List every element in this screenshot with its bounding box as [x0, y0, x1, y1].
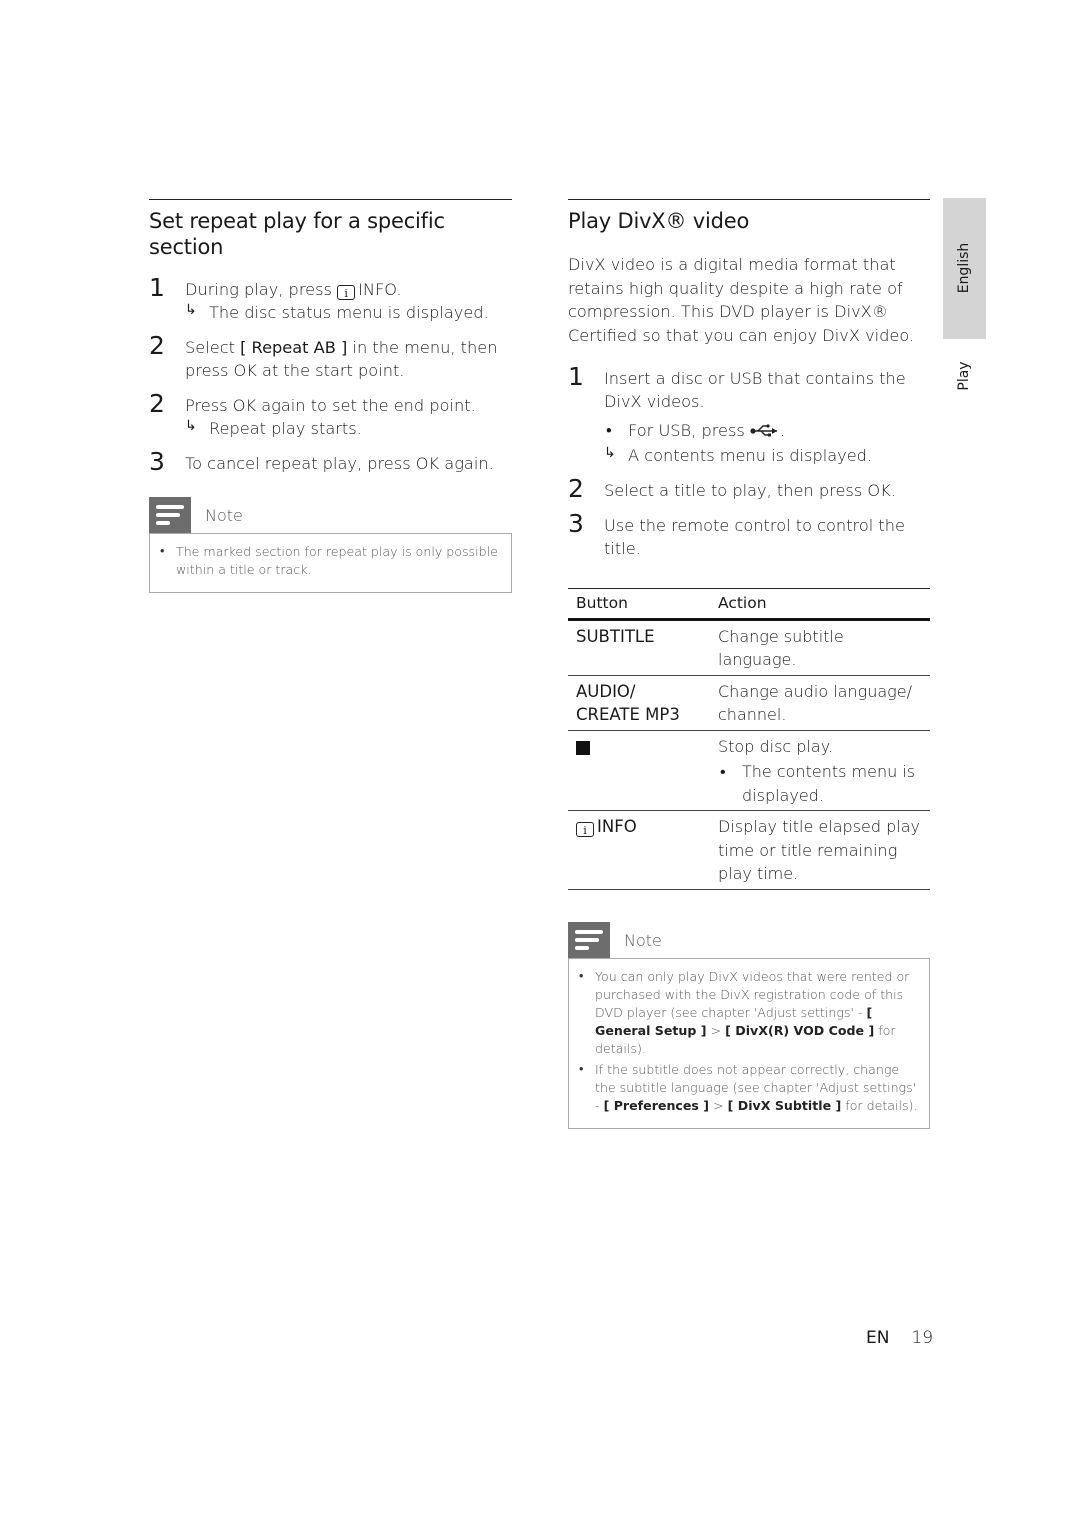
note-text: You can only play DivX videos that were …	[595, 968, 910, 1020]
note-item: • If the subtitle does not appear correc…	[579, 1061, 919, 1115]
step-item: 2 Select [ Repeat AB ] in the menu, then…	[149, 332, 512, 382]
step-number: 3	[149, 447, 165, 476]
bullet-icon: •	[579, 1060, 584, 1076]
step-item: 3 To cancel repeat play, press OK again.	[149, 448, 512, 476]
step-item: 2 Press OK again to set the end point. ↳…	[149, 390, 512, 440]
note-header: Note	[568, 921, 930, 958]
section-divider	[149, 199, 512, 200]
note-content: • The marked section for repeat play is …	[149, 533, 512, 593]
page-footer: EN 19	[866, 1328, 933, 1348]
table-header-row: Button Action	[568, 588, 930, 621]
step-item: 1 Insert a disc or USB that contains the…	[568, 363, 930, 467]
note-icon	[568, 921, 610, 958]
step-text: Select	[185, 338, 241, 357]
step-text: Select a title to play, then press OK.	[604, 481, 896, 500]
section-title: Set repeat play for a specific section	[149, 209, 445, 259]
step-number: 1	[568, 362, 584, 391]
note-content: • You can only play DivX videos that wer…	[568, 957, 930, 1129]
note-item: • The marked section for repeat play is …	[160, 543, 501, 579]
table-row: Stop disc play. • The contents menu is d…	[568, 730, 930, 811]
section-divider	[568, 199, 930, 200]
step-item: 2 Select a title to play, then press OK.	[568, 475, 930, 503]
table-row: AUDIO/ CREATE MP3 Change audio language/…	[568, 675, 930, 731]
step-item: 3 Use the remote control to control the …	[568, 510, 930, 560]
step-list: 1 Insert a disc or USB that contains the…	[568, 363, 930, 560]
result-text: Repeat play starts.	[209, 419, 362, 438]
note-icon	[149, 497, 191, 533]
step-result: ↳ The disc status menu is displayed.	[185, 301, 512, 324]
bullet-text: The contents menu is displayed.	[742, 762, 916, 805]
note-text: >	[706, 1022, 726, 1038]
column-header-action: Action	[710, 588, 930, 621]
table-row: i INFO Display title elapsed play time or…	[568, 810, 930, 890]
menu-path: [ DivX Subtitle ]	[727, 1097, 842, 1113]
note-header: Note	[149, 497, 512, 533]
stop-icon	[576, 740, 590, 755]
step-number: 2	[149, 331, 165, 360]
button-cell: i INFO	[568, 810, 710, 890]
action-cell: Change audio language/ channel.	[710, 675, 930, 731]
button-cell: SUBTITLE	[568, 619, 710, 676]
action-cell: Display title elapsed play time or title…	[710, 810, 930, 890]
column-header-button: Button	[568, 588, 710, 621]
result-arrow-icon: ↳	[604, 445, 616, 461]
step-number: 1	[149, 273, 165, 302]
menu-option: [ Repeat AB ]	[240, 338, 348, 357]
intro-paragraph: DivX video is a digital media format tha…	[568, 255, 915, 345]
step-text: Press OK again to set the end point.	[185, 396, 476, 415]
chapter-tab-label: Play	[956, 361, 972, 391]
action-sub-bullet: • The contents menu is displayed.	[718, 760, 922, 807]
note-title: Note	[205, 506, 243, 525]
menu-path: [ Preferences ]	[603, 1097, 710, 1113]
step-list: 1 During play, press i INFO. ↳ The disc s…	[149, 274, 512, 476]
action-cell: Stop disc play. • The contents menu is d…	[710, 730, 930, 811]
step-text: During play, press	[185, 280, 338, 299]
step-result: ↳ Repeat play starts.	[185, 417, 512, 440]
result-text: The disc status menu is displayed.	[209, 303, 489, 322]
page-number: 19	[911, 1328, 934, 1348]
bullet-icon: •	[606, 421, 612, 440]
note-box: Note • You can only play DivX videos tha…	[568, 921, 930, 1129]
step-text: To cancel repeat play, press OK again.	[185, 454, 494, 473]
repeat-section: Set repeat play for a specific section 1…	[149, 199, 512, 593]
step-text: Insert a disc or USB that contains the D…	[604, 369, 906, 411]
button-cell: AUDIO/ CREATE MP3	[568, 675, 710, 731]
note-title: Note	[624, 930, 662, 950]
step-item: 1 During play, press i INFO. ↳ The disc s…	[149, 274, 512, 324]
table-row: SUBTITLE Change subtitle language.	[568, 619, 930, 676]
step-number: 2	[149, 389, 165, 418]
bullet-text: .	[780, 421, 786, 440]
button-cell	[568, 730, 710, 811]
bullet-text: For USB, press	[628, 421, 750, 440]
note-box: Note • The marked section for repeat pla…	[149, 497, 512, 593]
footer-language: EN	[866, 1328, 890, 1348]
section-title: Play DivX® video	[568, 209, 750, 233]
step-text: Use the remote control to control the ti…	[604, 516, 905, 558]
step-sub-bullet: • For USB, press .	[604, 419, 930, 444]
note-item: • You can only play DivX videos that wer…	[579, 968, 919, 1058]
step-number: 3	[568, 509, 584, 538]
note-text: >	[709, 1097, 728, 1113]
button-action-table: Button Action SUBTITLE Change subtitle l…	[568, 588, 930, 890]
step-number: 2	[568, 474, 584, 503]
action-cell: Change subtitle language.	[710, 619, 930, 676]
info-icon: i	[337, 285, 356, 300]
result-arrow-icon: ↳	[185, 418, 197, 434]
step-result: ↳ A contents menu is displayed.	[604, 444, 930, 467]
step-text: INFO.	[358, 280, 402, 299]
note-text: for details).	[841, 1097, 918, 1113]
bullet-icon: •	[720, 762, 726, 781]
action-text: Stop disc play.	[718, 736, 833, 756]
note-text: The marked section for repeat play is on…	[176, 544, 498, 577]
menu-path: [ DivX(R) VOD Code ]	[725, 1022, 875, 1038]
bullet-icon: •	[579, 967, 584, 983]
divx-section: Play DivX® video DivX video is a digital…	[568, 199, 930, 1129]
result-text: A contents menu is displayed.	[628, 446, 873, 465]
result-arrow-icon: ↳	[185, 302, 197, 318]
info-icon: i	[576, 822, 594, 837]
language-tab-label: English	[956, 242, 972, 294]
button-label: INFO	[597, 817, 637, 836]
usb-icon	[750, 421, 780, 444]
bullet-icon: •	[160, 543, 165, 558]
